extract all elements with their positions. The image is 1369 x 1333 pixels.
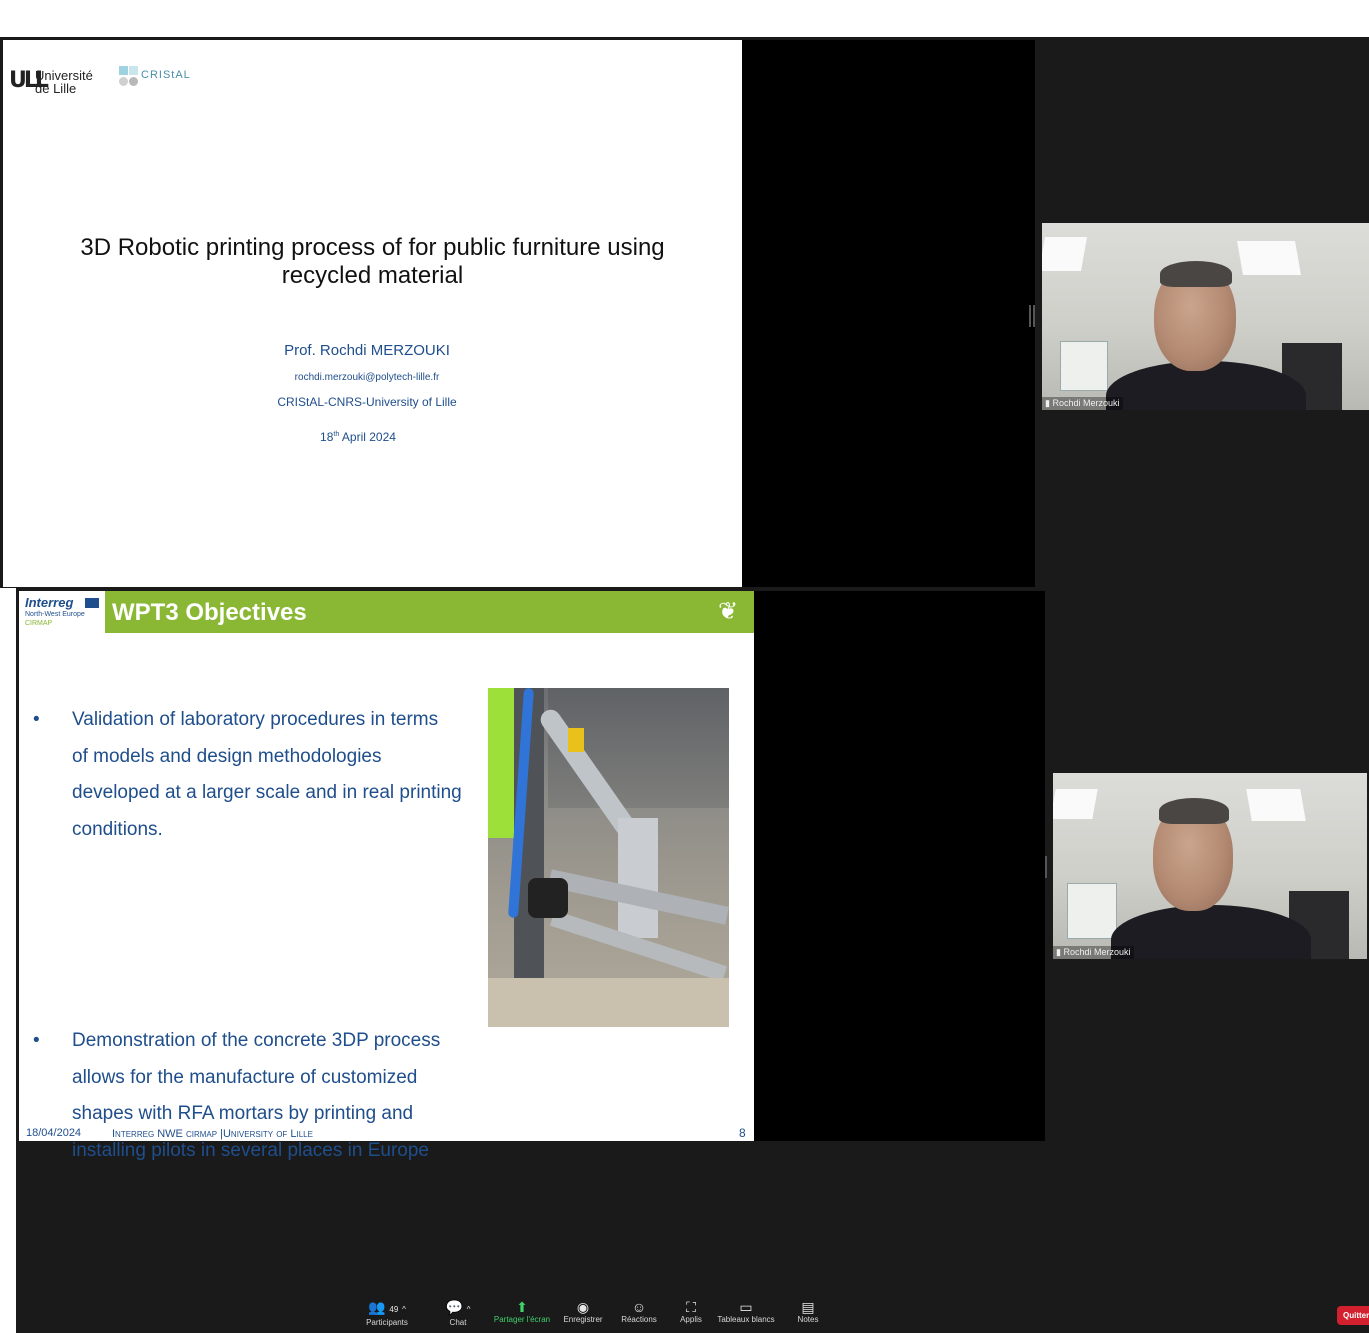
share-screen-button[interactable]: ⬆ Partager l'écran xyxy=(491,1299,553,1324)
participants-count: 49 xyxy=(389,1305,399,1314)
panel-resize-handle[interactable] xyxy=(1029,305,1035,327)
chevron-up-icon: ^ xyxy=(466,1305,471,1314)
logo-cristal-text: CRIStAL xyxy=(141,69,191,81)
apps-label: Applis xyxy=(680,1315,702,1324)
apps-icon: ⛶ xyxy=(686,1299,696,1315)
reactions-label: Réactions xyxy=(621,1315,657,1324)
participant-video-tile[interactable]: ▮ Rochdi Merzouki xyxy=(1053,773,1367,959)
bullet1-line1: Validation of laboratory procedures in t… xyxy=(72,709,439,730)
slide-date: 18th April 2024 xyxy=(3,430,713,444)
screen-share-letterbox xyxy=(742,40,1035,587)
slide-author: Prof. Rochdi MERZOUKI xyxy=(284,342,450,359)
slide-date-day: 18 xyxy=(320,430,334,444)
signal-icon: ▮ xyxy=(1045,398,1050,408)
logo-interreg: Interreg xyxy=(25,595,74,610)
record-icon: ◉ xyxy=(576,1299,590,1315)
record-button[interactable]: ◉ Enregistrer xyxy=(559,1299,607,1324)
share-label: Partager l'écran xyxy=(493,1315,551,1324)
robot-printing-photo xyxy=(488,688,729,1027)
logo-cirmap: CIRMAP xyxy=(25,620,53,627)
bullet-icon: • xyxy=(33,709,40,730)
bullet1-line3: developed at a larger scale and in real … xyxy=(72,782,462,803)
shared-slide-objectives: Interreg North-West Europe CIRMAP WPT3 O… xyxy=(19,591,754,1161)
participant-name-tag: ▮ Rochdi Merzouki xyxy=(1053,946,1134,959)
footer-org: Interreg NWE cirmap |University of Lille xyxy=(112,1128,313,1140)
bullet2-line2: allows for the manufacture of customized xyxy=(72,1066,418,1088)
interreg-logo: Interreg North-West Europe CIRMAP xyxy=(23,595,105,633)
bullet1-line4: conditions. xyxy=(72,818,163,840)
footer-date: 18/04/2024 xyxy=(26,1127,82,1139)
notes-label: Notes xyxy=(797,1315,819,1324)
slide-date-sup: th xyxy=(333,431,340,438)
chat-button[interactable]: 💬 ^ Chat xyxy=(440,1299,476,1327)
apps-button[interactable]: ⛶ Applis xyxy=(672,1299,710,1324)
slide-email: rochdi.merzouki@polytech-lille.fr xyxy=(294,372,440,383)
whiteboards-label: Tableaux blancs xyxy=(717,1315,775,1324)
shared-slide-title: ULL Université de Lille CRIStAL 3D Robot… xyxy=(3,40,742,587)
plant-hand-icon: ❦ xyxy=(718,598,739,625)
participants-button[interactable]: 👥 49 ^ Participants xyxy=(356,1299,418,1327)
share-screen-icon: ⬆ xyxy=(516,1299,528,1315)
meeting-toolbar: 👥 49 ^ Participants 💬 ^ Chat ⬆ Partager … xyxy=(356,1299,826,1331)
logo-univ-line2: de Lille xyxy=(35,81,77,96)
participant-side-panel: ▮ Rochdi Merzouki xyxy=(1029,37,1369,588)
eu-flag-icon xyxy=(85,598,99,608)
bullet2-line1: Demonstration of the concrete 3DP proces… xyxy=(72,1030,441,1051)
participants-icon: 👥 49 ^ xyxy=(368,1299,406,1315)
slide-title-line2: recycled material xyxy=(281,262,464,289)
bullet-icon: • xyxy=(33,1030,40,1051)
notes-button[interactable]: ▤ Notes xyxy=(790,1299,826,1324)
slide-affiliation: CRIStAL-CNRS-University of Lille xyxy=(277,395,457,409)
record-label: Enregistrer xyxy=(563,1315,603,1324)
reactions-icon: ☺ xyxy=(631,1299,647,1315)
slide-title: 3D Robotic printing process of for publi… xyxy=(3,234,742,290)
quit-button[interactable]: Quitter xyxy=(1337,1306,1369,1325)
chevron-up-icon: ^ xyxy=(402,1305,406,1314)
cristal-logo: CRIStAL xyxy=(119,64,199,90)
logo-nwe: North-West Europe xyxy=(25,611,85,618)
bullet1-line2: of models and design methodologies xyxy=(72,745,382,767)
participant-name-tag: ▮ Rochdi Merzouki xyxy=(1042,397,1123,410)
panel-resize-handle[interactable] xyxy=(1045,856,1048,878)
signal-icon: ▮ xyxy=(1056,947,1061,957)
slide-date-rest: April 2024 xyxy=(341,430,396,444)
slide-title-line1: 3D Robotic printing process of for publi… xyxy=(80,234,665,261)
whiteboard-icon: ▭ xyxy=(739,1299,753,1315)
notes-icon: ▤ xyxy=(801,1299,815,1315)
top-meeting-window: ULL Université de Lille CRIStAL 3D Robot… xyxy=(0,37,1369,588)
participant-name: Rochdi Merzouki xyxy=(1063,947,1131,957)
whiteboards-button[interactable]: ▭ Tableaux blancs xyxy=(714,1299,778,1324)
screen-share-letterbox xyxy=(754,591,1045,1141)
slide-header-bar: WPT3 Objectives ❦ xyxy=(105,591,754,633)
slide2-title: WPT3 Objectives xyxy=(112,599,307,626)
chat-label: Chat xyxy=(449,1318,467,1327)
participants-label: Participants xyxy=(366,1318,408,1327)
participant-video-tile[interactable]: ▮ Rochdi Merzouki xyxy=(1042,223,1369,410)
footer-page-number: 8 xyxy=(739,1126,746,1140)
chat-icon: 💬 ^ xyxy=(445,1299,471,1315)
bottom-meeting-window: Interreg North-West Europe CIRMAP WPT3 O… xyxy=(16,588,1369,1333)
participant-name: Rochdi Merzouki xyxy=(1052,398,1120,408)
reactions-button[interactable]: ☺ Réactions xyxy=(615,1299,663,1324)
